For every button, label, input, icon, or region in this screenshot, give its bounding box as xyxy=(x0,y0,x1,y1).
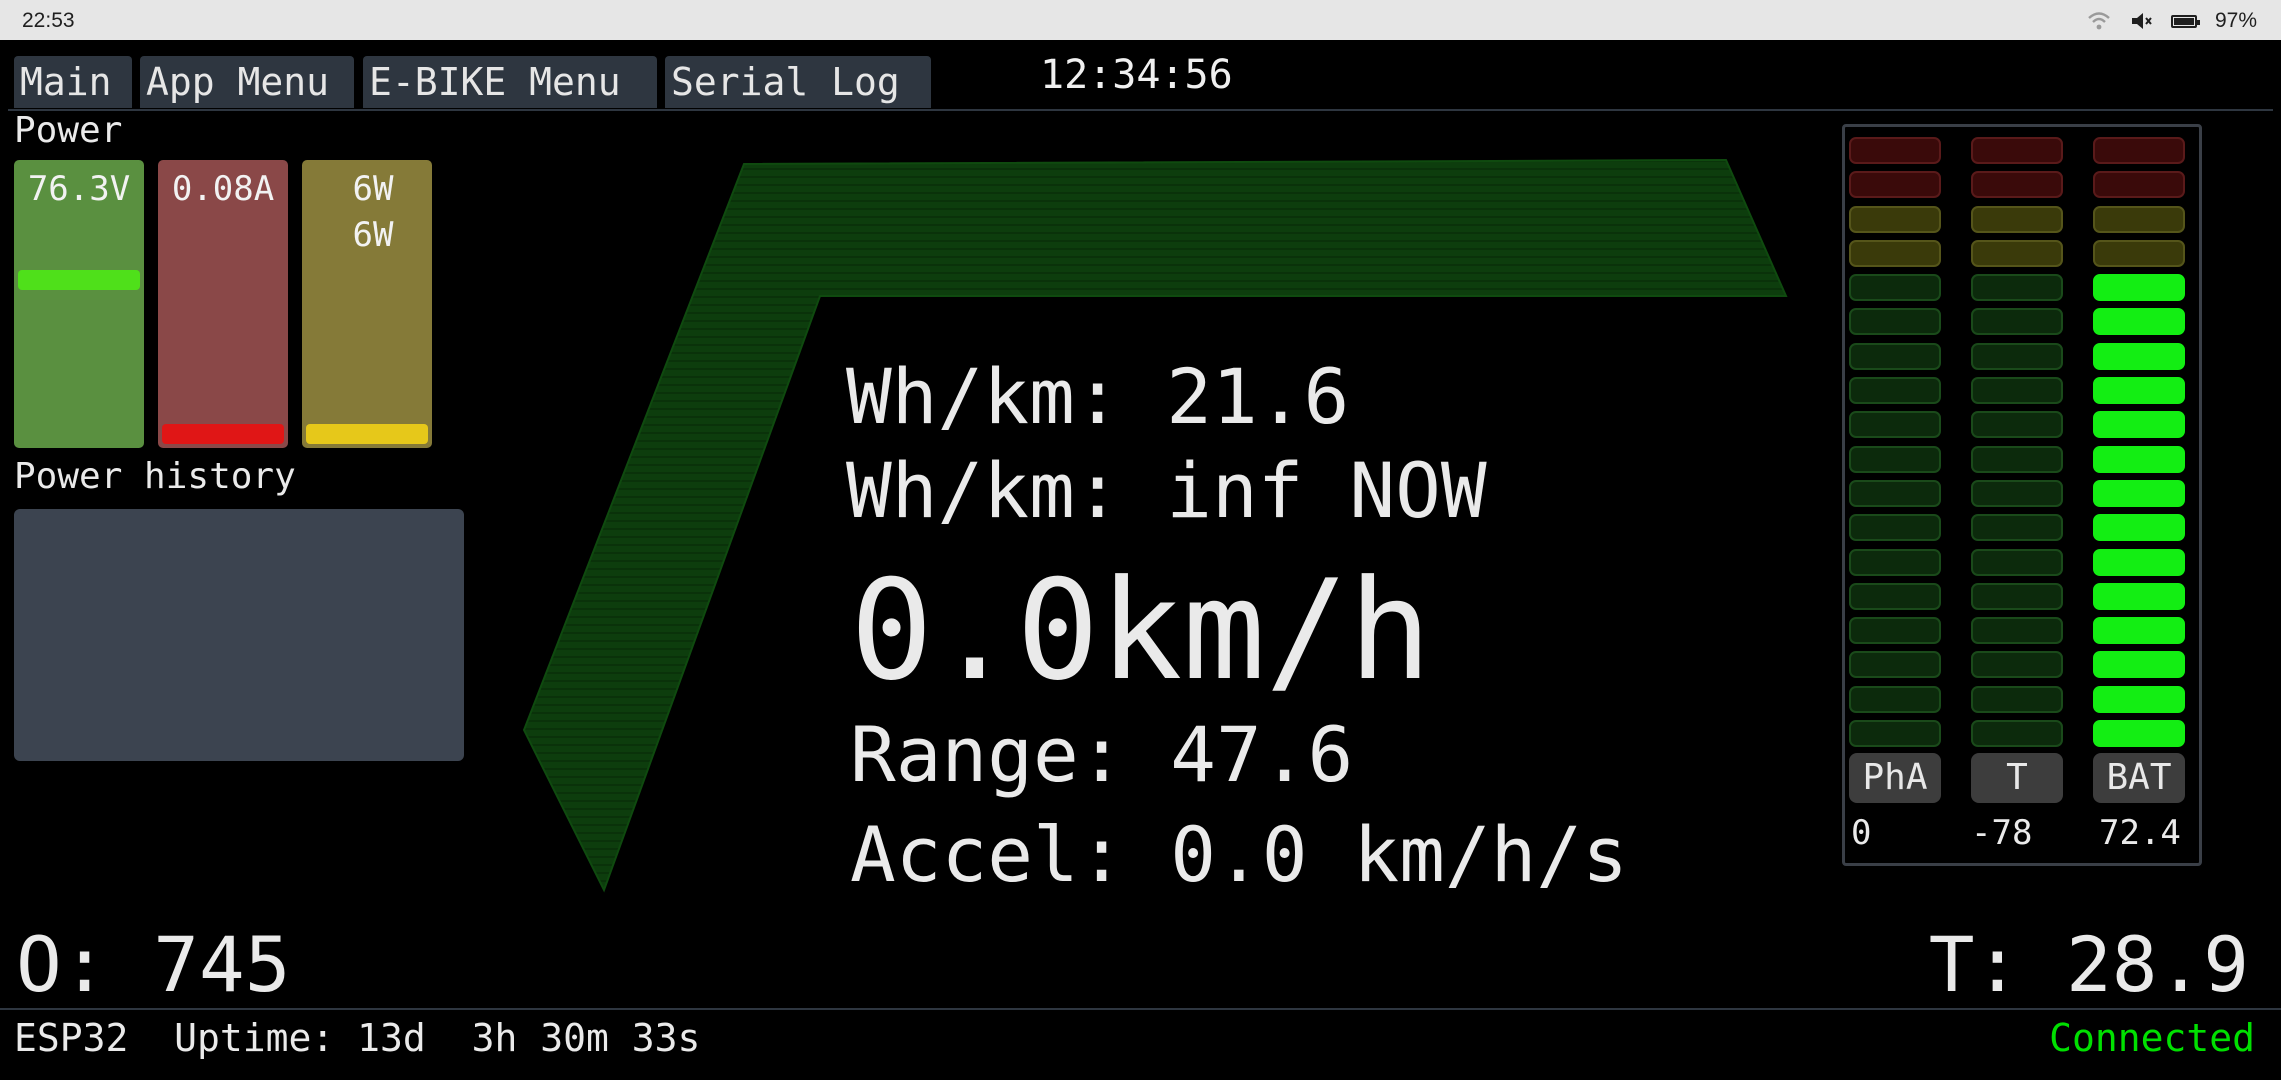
gauge-column-temp xyxy=(1971,137,2063,754)
gauge-segment xyxy=(1849,479,1941,507)
footer-divider xyxy=(0,1008,2281,1010)
gauge-column-bat xyxy=(2093,137,2185,754)
gauge-segment xyxy=(2093,548,2185,576)
gauge-segment xyxy=(1849,274,1941,302)
gauge-segment xyxy=(1971,582,2063,610)
gauge-segment xyxy=(1849,685,1941,713)
gauge-segment xyxy=(1971,514,2063,542)
gauge-segment xyxy=(1971,377,2063,405)
gauge-segment xyxy=(1971,205,2063,233)
pha-button[interactable]: PhA xyxy=(1849,753,1941,803)
gauge-segment xyxy=(1849,651,1941,679)
gauge-segment xyxy=(2093,514,2185,542)
gauge-segment xyxy=(1971,617,2063,645)
gauge-segment xyxy=(2093,274,2185,302)
gauge-segment xyxy=(2093,342,2185,370)
temp-button[interactable]: T xyxy=(1971,753,2063,803)
gauge-segment xyxy=(1971,171,2063,199)
gauge-segment xyxy=(1971,720,2063,748)
wh-per-km: Wh/km: 21.6 xyxy=(846,352,1350,441)
gauge-segment xyxy=(2093,617,2185,645)
gauge-segment xyxy=(2093,445,2185,473)
gauge-segment xyxy=(1849,137,1941,164)
gauge-segment xyxy=(2093,411,2185,439)
temp-value: -78 xyxy=(1971,813,2033,853)
gauge-segment xyxy=(1849,171,1941,199)
speed-readout: 0.0km/h xyxy=(850,550,1432,711)
gauge-segment xyxy=(1849,239,1941,267)
gauge-panel: PhA T BAT 0 -78 72.4 xyxy=(1842,124,2202,866)
gauge-segment xyxy=(1971,239,2063,267)
pha-value: 0 xyxy=(1851,813,1872,853)
gauge-segment xyxy=(1849,445,1941,473)
gauge-segment xyxy=(1971,308,2063,336)
gauge-segment xyxy=(1971,548,2063,576)
gauge-segment xyxy=(2093,137,2185,164)
gauge-segment xyxy=(2093,205,2185,233)
gauge-segment xyxy=(2093,651,2185,679)
temperature-readout: T: 28.9 xyxy=(1928,920,2249,1009)
gauge-segment xyxy=(1849,342,1941,370)
gauge-segment xyxy=(1849,582,1941,610)
gauge-segment xyxy=(1971,342,2063,370)
gauge-segment xyxy=(1849,377,1941,405)
gauge-segment xyxy=(2093,685,2185,713)
gauge-segment xyxy=(1849,617,1941,645)
range-readout: Range: 47.6 xyxy=(850,710,1354,799)
gauge-segment xyxy=(1849,411,1941,439)
wh-per-km-now: Wh/km: inf NOW xyxy=(846,446,1487,535)
uptime: Uptime: 13d 3h 30m 33s xyxy=(174,1016,701,1060)
gauge-segment xyxy=(2093,308,2185,336)
gauge-segment xyxy=(1849,514,1941,542)
gauge-segment xyxy=(1849,720,1941,748)
footer-info: ESP32 Uptime: 13d 3h 30m 33s xyxy=(14,1016,700,1060)
gauge-segment xyxy=(1849,205,1941,233)
gauge-segment xyxy=(1849,308,1941,336)
gauge-segment xyxy=(2093,239,2185,267)
connection-status: Connected xyxy=(2049,1016,2255,1060)
gauge-segment xyxy=(1971,445,2063,473)
gauge-segment xyxy=(2093,720,2185,748)
odometer: O: 745 xyxy=(16,920,291,1009)
gauge-segment xyxy=(1971,137,2063,164)
gauge-segment xyxy=(1971,479,2063,507)
gauge-segment xyxy=(2093,171,2185,199)
gauge-segment xyxy=(1971,685,2063,713)
gauge-segment xyxy=(1971,274,2063,302)
bat-button[interactable]: BAT xyxy=(2093,753,2185,803)
gauge-segment xyxy=(2093,377,2185,405)
accel-readout: Accel: 0.0 km/h/s xyxy=(850,810,1628,899)
gauge-segment xyxy=(2093,582,2185,610)
gauge-segment xyxy=(1971,411,2063,439)
gauge-segment xyxy=(2093,479,2185,507)
bat-value: 72.4 xyxy=(2099,813,2181,853)
gauge-segment xyxy=(1849,548,1941,576)
device-name: ESP32 xyxy=(14,1016,129,1060)
gauge-segment xyxy=(1971,651,2063,679)
gauge-column-pha xyxy=(1849,137,1941,754)
